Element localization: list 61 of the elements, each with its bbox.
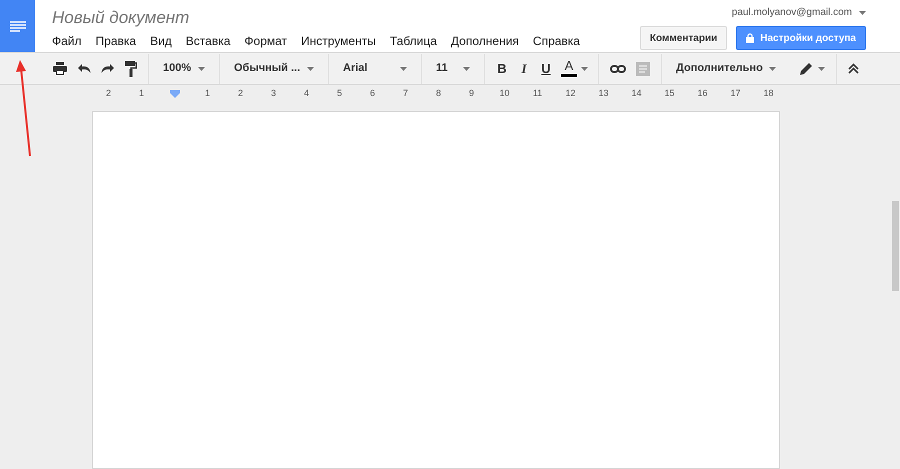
caret-icon bbox=[581, 66, 588, 70]
ruler-number: 15 bbox=[664, 87, 674, 100]
pencil-icon[interactable] bbox=[800, 62, 813, 75]
ruler-number: 11 bbox=[532, 87, 542, 100]
caret-icon bbox=[818, 66, 825, 70]
ruler-number: 5 bbox=[336, 87, 342, 100]
docs-home-button[interactable] bbox=[0, 0, 35, 52]
ruler-number: 18 bbox=[763, 87, 774, 100]
ruler-number: 3 bbox=[270, 87, 276, 100]
undo-icon[interactable] bbox=[77, 64, 91, 73]
toolbar-dropdown[interactable]: Дополнительно bbox=[668, 56, 776, 82]
comments-button[interactable]: Комментарии bbox=[640, 26, 728, 50]
text-color-button[interactable]: A bbox=[561, 58, 577, 80]
toolbar-dropdown[interactable]: 100% bbox=[155, 56, 213, 82]
menu-item[interactable]: Вид bbox=[150, 32, 172, 50]
ruler-number: 13 bbox=[598, 87, 608, 100]
ruler-number: 2 bbox=[238, 87, 243, 100]
link-icon[interactable] bbox=[610, 64, 626, 72]
scrollbar[interactable] bbox=[892, 201, 899, 291]
menu-item[interactable]: Вставка bbox=[186, 32, 230, 50]
collapse-icon[interactable] bbox=[848, 63, 859, 74]
ruler-number: 1 bbox=[204, 87, 210, 100]
lock-icon bbox=[746, 33, 754, 43]
redo-icon[interactable] bbox=[101, 64, 115, 73]
document-title[interactable]: Новый документ bbox=[52, 7, 640, 29]
menu-item[interactable]: Файл bbox=[52, 32, 82, 50]
menu-item[interactable]: Инструменты bbox=[301, 32, 376, 50]
menu-item[interactable]: Правка bbox=[96, 32, 136, 50]
ruler-number: 17 bbox=[730, 87, 740, 100]
menu-item[interactable]: Таблица bbox=[390, 32, 437, 50]
caret-icon bbox=[400, 66, 407, 70]
account-email[interactable]: paul.molyanov@gmail.com bbox=[732, 5, 852, 20]
menu-item[interactable]: Справка bbox=[532, 32, 580, 50]
caret-icon bbox=[198, 66, 205, 70]
ruler-number: 9 bbox=[468, 87, 474, 100]
toolbar-dropdown[interactable]: Обычный ... bbox=[226, 56, 322, 82]
ruler-number: 12 bbox=[565, 87, 576, 100]
underline-button[interactable]: U bbox=[535, 56, 557, 82]
toolbar-dropdown[interactable]: Arial bbox=[335, 56, 415, 82]
ruler-number: 10 bbox=[499, 87, 510, 100]
menu-icon bbox=[10, 20, 26, 32]
bold-button[interactable]: B bbox=[491, 56, 513, 82]
paint-roller-icon[interactable] bbox=[125, 60, 137, 76]
ruler-number: 1 bbox=[138, 87, 144, 100]
ruler-number: 6 bbox=[370, 87, 375, 100]
caret-icon bbox=[307, 66, 314, 70]
menu-item[interactable]: Дополнения bbox=[450, 32, 519, 50]
ruler-number: 14 bbox=[631, 87, 642, 100]
indent-marker-icon[interactable] bbox=[170, 90, 180, 98]
caret-icon bbox=[463, 66, 470, 70]
ruler-number: 7 bbox=[402, 87, 408, 100]
ruler-number: 16 bbox=[697, 87, 708, 100]
caret-icon bbox=[859, 10, 866, 14]
italic-button[interactable]: I bbox=[513, 56, 535, 82]
ruler-number: 2 bbox=[106, 87, 111, 100]
caret-icon bbox=[768, 66, 776, 70]
toolbar-dropdown[interactable]: 11 bbox=[428, 56, 478, 82]
ruler-number: 4 bbox=[304, 87, 309, 100]
print-icon[interactable] bbox=[53, 62, 67, 75]
menu-item[interactable]: Формат bbox=[244, 32, 288, 50]
ruler-number: 8 bbox=[436, 87, 441, 100]
